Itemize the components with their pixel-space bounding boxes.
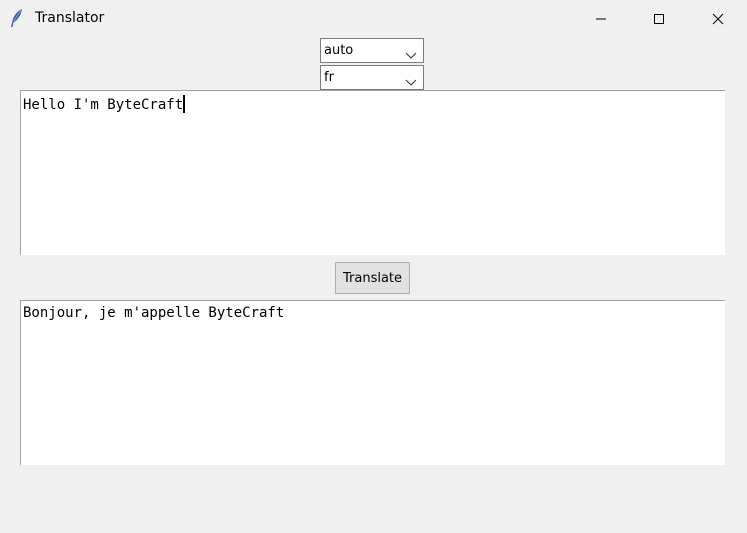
source-language-value: auto (324, 43, 354, 58)
input-text: Hello I'm ByteCraft (23, 97, 184, 113)
translate-button[interactable]: Translate (335, 262, 410, 294)
source-language-select[interactable]: auto (320, 38, 424, 63)
chevron-down-icon (405, 46, 417, 59)
close-button[interactable] (689, 0, 747, 38)
input-text-area[interactable]: Hello I'm ByteCraft (20, 90, 725, 255)
output-text: Bonjour, je m'appelle ByteCraft (23, 305, 285, 321)
minimize-icon (595, 10, 607, 29)
translator-window: Translator auto fr Hello I'm ByteCraft T… (0, 0, 747, 533)
minimize-button[interactable] (572, 0, 630, 38)
title-bar[interactable]: Translator (0, 0, 747, 38)
chevron-down-icon (405, 73, 417, 86)
target-language-select[interactable]: fr (320, 65, 424, 90)
maximize-button[interactable] (630, 0, 688, 38)
text-caret (183, 95, 186, 113)
window-title: Translator (35, 10, 105, 26)
close-icon (712, 10, 724, 29)
feather-icon (8, 8, 26, 28)
maximize-icon (653, 10, 665, 29)
target-language-value: fr (324, 70, 334, 85)
output-text-area[interactable]: Bonjour, je m'appelle ByteCraft (20, 300, 725, 465)
